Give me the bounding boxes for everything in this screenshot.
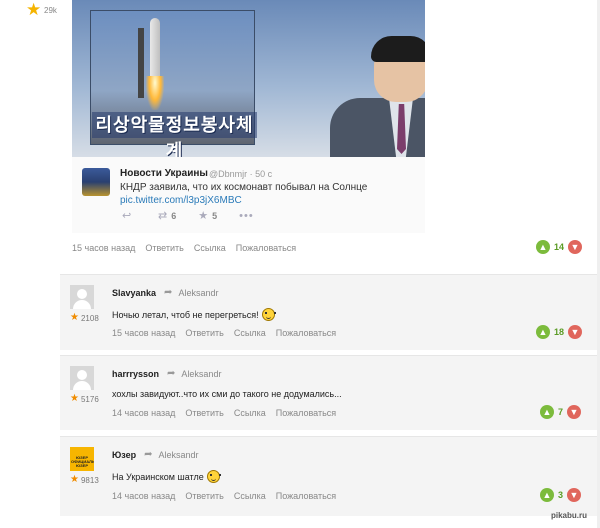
tweet-avatar[interactable]	[82, 168, 110, 196]
comment-text: На Украинском шатле	[112, 470, 221, 483]
avatar[interactable]	[70, 285, 94, 309]
star-icon: ★	[26, 0, 42, 19]
comment-complain-link[interactable]: Пожаловаться	[276, 491, 336, 501]
avatar-logo-text: ЮЗЕР ОФИЦИАЛЬНЫЙ ЮЗЕР	[71, 455, 94, 468]
post-reply-link[interactable]: Ответить	[145, 243, 183, 253]
post-rating: ★ 29k	[26, 0, 57, 19]
launch-tower	[138, 28, 144, 98]
user-rating-value: 9813	[80, 475, 99, 485]
smiley-icon	[261, 308, 276, 321]
comment-author[interactable]: Юзер	[112, 450, 136, 460]
avatar[interactable]: ЮЗЕР ОФИЦИАЛЬНЫЙ ЮЗЕР	[70, 447, 94, 471]
post-time: 15 часов назад	[72, 243, 136, 253]
tweet-text: КНДР заявила, что их космонавт побывал н…	[120, 182, 368, 193]
thumb-up-icon[interactable]: ▲	[540, 488, 554, 502]
comment-header: Slavyanka ➦ Aleksandr	[112, 287, 218, 298]
thumb-down-icon[interactable]: ▼	[567, 488, 582, 502]
tweet-handle[interactable]: @Dbnmjr · 50 с	[209, 169, 272, 179]
comment-time: 14 часов назад	[112, 408, 176, 418]
star-icon: ★	[70, 312, 79, 323]
comment-vote-count: 18	[554, 327, 565, 337]
comment-complain-link[interactable]: Пожаловаться	[276, 408, 336, 418]
thumb-down-icon[interactable]: ▼	[567, 405, 582, 419]
user-rating: ★ 9813	[70, 475, 99, 485]
comment-vote-count: 3	[558, 490, 564, 500]
reply-icon[interactable]: ↩	[122, 209, 136, 222]
comment-author[interactable]: Slavyanka	[112, 288, 156, 298]
comment-permalink[interactable]: Ссылка	[234, 328, 266, 338]
reply-arrow-icon: ➦	[167, 368, 176, 379]
comment-vote: ▲ 3 ▼	[540, 488, 582, 502]
site-watermark: pikabu.ru	[551, 511, 588, 520]
comment-meta: 15 часов назад Ответить Ссылка Пожаловат…	[112, 328, 346, 338]
favorite-count: 5	[212, 210, 218, 221]
retweet-count: 6	[171, 210, 177, 221]
comment-time: 15 часов назад	[112, 328, 176, 338]
post-meta: 15 часов назад Ответить Ссылка Пожаловат…	[72, 243, 306, 253]
comment-body: хохлы завидуют..что их сми до такого не …	[112, 389, 342, 399]
thumb-up-icon[interactable]: ▲	[536, 325, 550, 339]
comment-meta: 14 часов назад Ответить Ссылка Пожаловат…	[112, 408, 346, 418]
smiley-icon	[206, 470, 221, 483]
comment-header: Юзер ➦ Aleksandr	[112, 449, 199, 460]
comment-complain-link[interactable]: Пожаловаться	[276, 328, 336, 338]
comment-reply-link[interactable]: Ответить	[185, 408, 223, 418]
reply-to-user[interactable]: Aleksandr	[178, 288, 218, 298]
comment-text: хохлы завидуют..что их сми до такого не …	[112, 389, 342, 399]
rocket	[150, 18, 160, 78]
star-icon: ★	[70, 393, 79, 404]
comment-vote-count: 7	[558, 407, 564, 417]
comment-author[interactable]: harrrysson	[112, 369, 159, 379]
comment-time: 14 часов назад	[112, 491, 176, 501]
post-image[interactable]: 리상악물정보봉사체계	[72, 0, 425, 157]
reply-to-user[interactable]: Aleksandr	[181, 369, 221, 379]
comment-permalink[interactable]: Ссылка	[234, 408, 266, 418]
thumb-up-icon[interactable]: ▲	[536, 240, 550, 254]
comment-vote: ▲ 18 ▼	[536, 325, 583, 339]
post-rating-count: 29k	[44, 5, 57, 15]
comment-text: Ночью летал, чтоб не перегреться!	[112, 308, 276, 321]
comment-vote: ▲ 7 ▼	[540, 405, 582, 419]
thumb-up-icon[interactable]: ▲	[540, 405, 554, 419]
tweet-author[interactable]: Новости Украины	[120, 168, 208, 179]
post-vote-count: 14	[554, 242, 565, 252]
thumb-down-icon[interactable]: ▼	[568, 325, 583, 339]
user-rating: ★ 2108	[70, 313, 99, 323]
post-permalink[interactable]: Ссылка	[194, 243, 226, 253]
comment-meta: 14 часов назад Ответить Ссылка Пожаловат…	[112, 491, 346, 501]
comment: ЮЗЕР ОФИЦИАЛЬНЫЙ ЮЗЕР ★ 9813 Юзер ➦ Alek…	[60, 436, 600, 516]
user-rating-value: 5176	[80, 394, 99, 404]
comment: ★ 5176 harrrysson ➦ Aleksandr хохлы зави…	[60, 355, 600, 430]
reply-to-user[interactable]: Aleksandr	[159, 450, 199, 460]
comment-reply-link[interactable]: Ответить	[185, 491, 223, 501]
embedded-tweet: Новости Украины @Dbnmjr · 50 с КНДР заяв…	[72, 157, 425, 233]
tweet-actions: ↩ ⇄ 6 ★ 5 •••	[122, 209, 254, 223]
comment-reply-link[interactable]: Ответить	[185, 328, 223, 338]
news-anchor-hair	[371, 36, 425, 62]
thumb-down-icon[interactable]: ▼	[568, 240, 583, 254]
rocket-flame	[146, 76, 164, 110]
star-icon: ★	[70, 474, 79, 485]
reply-arrow-icon: ➦	[144, 449, 153, 460]
korean-banner: 리상악물정보봉사체계	[92, 112, 257, 157]
post-vote: ▲ 14 ▼	[536, 240, 583, 254]
tweet-link[interactable]: pic.twitter.com/l3p3jX6MBC	[120, 195, 242, 206]
comment-body: На Украинском шатле	[112, 471, 204, 482]
user-rating: ★ 5176	[70, 394, 99, 404]
comment: ★ 2108 Slavyanka ➦ Aleksandr Ночью летал…	[60, 274, 600, 350]
post-complain-link[interactable]: Пожаловаться	[236, 243, 296, 253]
user-rating-value: 2108	[80, 313, 99, 323]
comment-header: harrrysson ➦ Aleksandr	[112, 368, 221, 379]
comment-body: Ночью летал, чтоб не перегреться!	[112, 309, 259, 320]
more-icon[interactable]: •••	[239, 210, 254, 222]
reply-arrow-icon: ➦	[164, 287, 173, 298]
avatar[interactable]	[70, 366, 94, 390]
retweet-icon[interactable]: ⇄	[158, 209, 167, 222]
favorite-icon[interactable]: ★	[198, 209, 208, 222]
comment-permalink[interactable]: Ссылка	[234, 491, 266, 501]
